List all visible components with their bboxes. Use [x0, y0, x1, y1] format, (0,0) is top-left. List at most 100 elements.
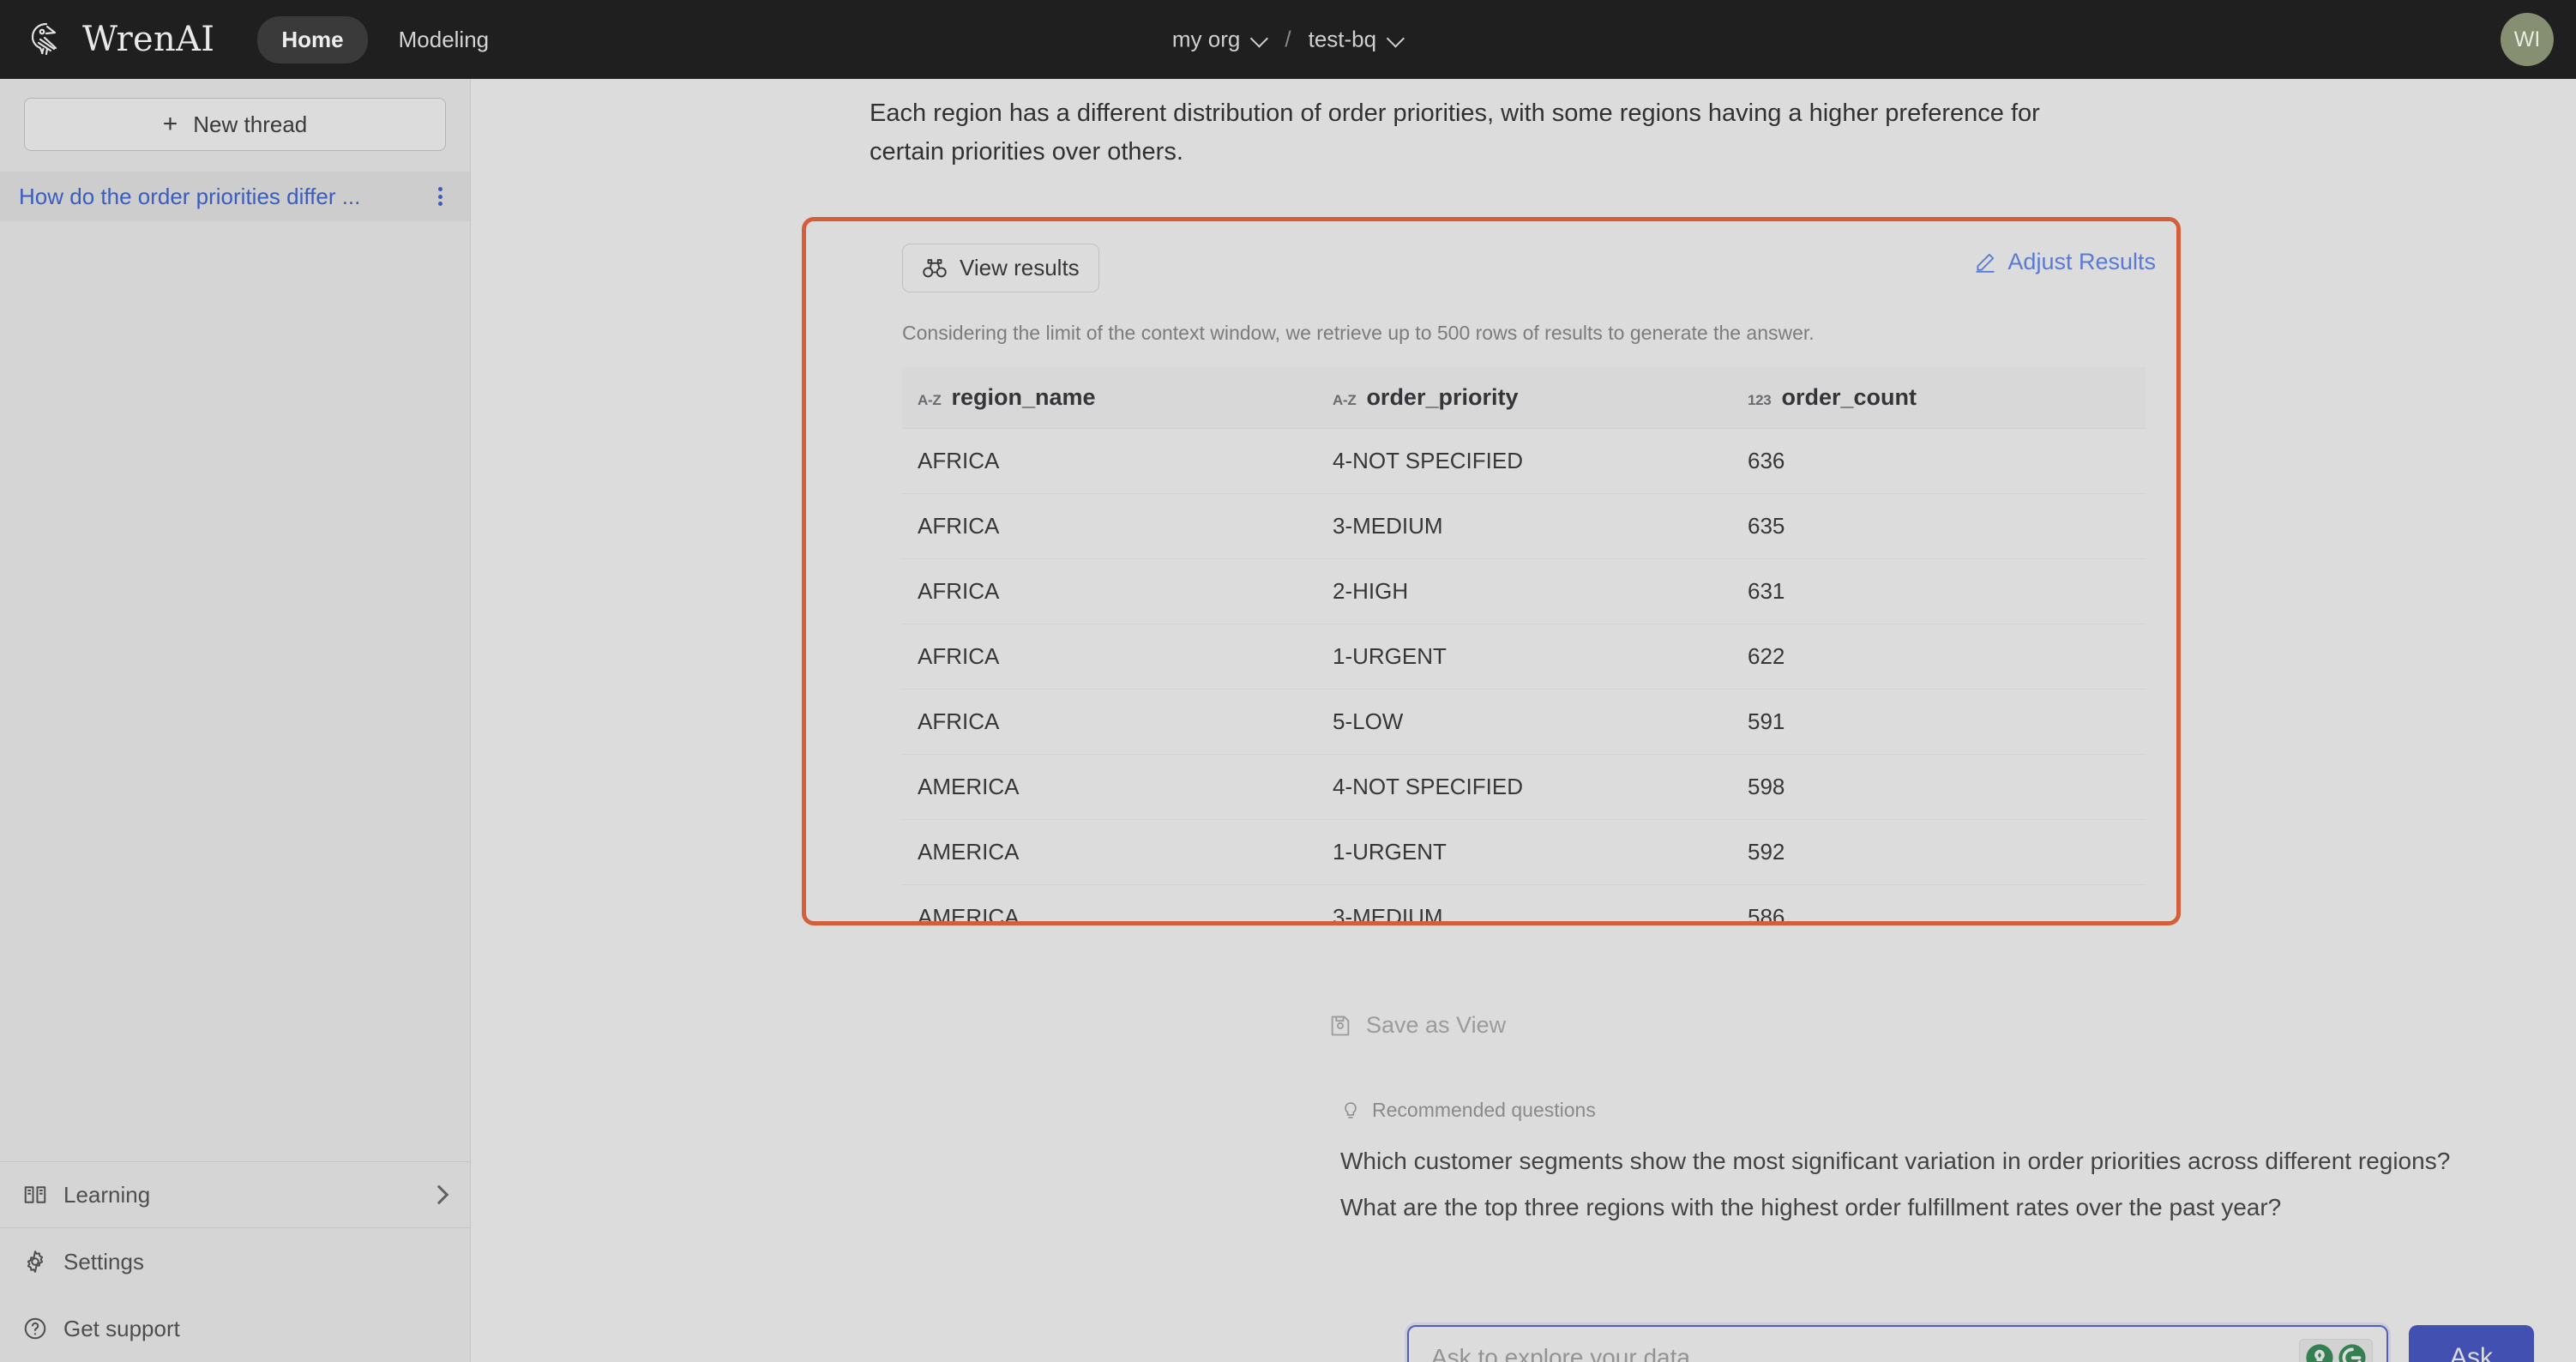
row-limit-note: Considering the limit of the context win…	[902, 322, 1815, 344]
save-disk-icon	[1331, 1015, 1350, 1035]
table-cell: 622	[1748, 643, 1785, 669]
brand-name: WrenAI	[82, 20, 215, 59]
wren-bird-logo-icon	[31, 22, 57, 56]
column-header-order-count[interactable]: 123 order_count	[1732, 384, 2146, 411]
sidebar-item-get-support[interactable]: Get support	[0, 1295, 470, 1362]
brand[interactable]: WrenAI	[0, 17, 214, 62]
nav-item-modeling[interactable]: Modeling	[375, 16, 514, 63]
recommended-questions-heading: Recommended questions	[1340, 1099, 2576, 1122]
column-header-order-priority[interactable]: A-Z order_priority	[1317, 384, 1732, 411]
breadcrumb-separator: /	[1285, 26, 1291, 52]
recommended-question-item[interactable]: What are the top three regions with the …	[1340, 1194, 2576, 1221]
sidebar-item-learning[interactable]: Learning	[0, 1161, 470, 1228]
table-cell: AMERICA	[918, 839, 1020, 865]
table-cell: AFRICA	[918, 708, 1000, 734]
table-cell: 3-MEDIUM	[1333, 904, 1443, 925]
table-cell: 591	[1748, 708, 1785, 734]
results-toolbar: View results Adjust Results	[902, 244, 2156, 292]
table-cell: 1-URGENT	[1333, 643, 1447, 669]
table-cell: AFRICA	[918, 448, 1000, 473]
table-cell: 636	[1748, 448, 1785, 473]
ask-button[interactable]: Ask	[2409, 1325, 2534, 1362]
table-row: AFRICA 5-LOW 591	[902, 690, 2146, 755]
gear-icon	[27, 1251, 44, 1273]
chevron-down-icon	[1388, 32, 1404, 47]
table-cell: 1-URGENT	[1333, 839, 1447, 865]
thread-title: How do the order priorities differ ...	[19, 183, 361, 209]
project-name: test-bq	[1308, 26, 1377, 52]
sidebar-item-label: Get support	[63, 1315, 180, 1341]
view-results-button[interactable]: View results	[902, 244, 1099, 292]
sidebar: + New thread How do the order priorities…	[0, 79, 471, 1362]
sidebar-item-label: Settings	[63, 1248, 144, 1275]
table-cell: 631	[1748, 578, 1785, 604]
results-table: A-Z region_name A-Z order_priority 123 o…	[902, 367, 2146, 925]
table-cell: AMERICA	[918, 904, 1020, 925]
results-panel: View results Adjust Results Considering …	[873, 221, 2176, 921]
nav-item-home[interactable]: Home	[257, 15, 368, 63]
lightbulb-icon	[1345, 1101, 1357, 1118]
thread-list: How do the order priorities differ ...	[0, 172, 470, 221]
save-as-view-button[interactable]: Save as View	[1328, 1012, 1506, 1039]
adjust-results-button[interactable]: Adjust Results	[1974, 244, 2156, 275]
recommended-question-item[interactable]: Which customer segments show the most si…	[1340, 1148, 2576, 1175]
table-cell: 2-HIGH	[1333, 578, 1409, 604]
table-body: AFRICA 4-NOT SPECIFIED 636 AFRICA 3-MEDIUM 63…	[902, 429, 2146, 925]
results-panel-highlight: View results Adjust Results Considering …	[802, 217, 2181, 925]
sidebar-item-settings[interactable]: Settings	[0, 1228, 470, 1295]
column-header-region-name[interactable]: A-Z region_name	[902, 384, 1317, 411]
org-selector[interactable]: my org	[1172, 27, 1267, 53]
table-cell: 4-NOT SPECIFIED	[1333, 448, 1524, 473]
recommended-questions-label: Recommended questions	[1372, 1099, 1596, 1121]
org-name: my org	[1171, 26, 1241, 52]
sidebar-item-label: Learning	[63, 1181, 151, 1208]
view-results-label: View results	[960, 255, 1080, 280]
table-cell: 592	[1748, 839, 1785, 865]
table-cell: AFRICA	[918, 513, 1000, 539]
browser-extension-icons[interactable]	[2299, 1339, 2373, 1362]
binoculars-icon	[923, 258, 947, 277]
new-thread-label: New thread	[193, 111, 308, 137]
grammarly-g-icon[interactable]	[2338, 1343, 2367, 1362]
table-row: AMERICA 4-NOT SPECIFIED 598	[902, 755, 2146, 820]
table-cell: 5-LOW	[1333, 708, 1404, 734]
table-row: AFRICA 2-HIGH 631	[902, 559, 2146, 624]
main-nav: Home Modeling	[257, 15, 514, 63]
table-cell: 635	[1748, 513, 1785, 539]
text-type-icon: A-Z	[918, 392, 942, 408]
plus-icon: +	[162, 110, 178, 138]
table-cell: AFRICA	[918, 643, 1000, 669]
column-label: order_count	[1781, 384, 1917, 410]
kebab-menu-icon[interactable]	[430, 184, 449, 209]
ask-input-container[interactable]	[1407, 1325, 2388, 1362]
main-content: Each region has a different distribution…	[471, 79, 2576, 1362]
column-label: region_name	[951, 384, 1096, 410]
avatar[interactable]: WI	[2501, 13, 2554, 66]
org-project-breadcrumb: my org / test-bq	[1172, 27, 1404, 53]
project-selector[interactable]: test-bq	[1309, 27, 1405, 53]
sidebar-bottom-section: Learning Settings Get support	[0, 1161, 470, 1362]
text-type-icon: A-Z	[1333, 392, 1357, 408]
ask-input[interactable]	[1431, 1344, 2272, 1362]
save-as-view-label: Save as View	[1366, 1012, 1507, 1038]
thread-list-item[interactable]: How do the order priorities differ ...	[0, 172, 470, 221]
table-cell: AMERICA	[918, 774, 1020, 799]
table-row: AFRICA 4-NOT SPECIFIED 636	[902, 429, 2146, 494]
table-row: AFRICA 1-URGENT 622	[902, 624, 2146, 690]
adjust-results-label: Adjust Results	[2007, 249, 2156, 274]
table-cell: AFRICA	[918, 578, 1000, 604]
table-row: AFRICA 3-MEDIUM 635	[902, 494, 2146, 559]
chevron-down-icon	[1252, 32, 1267, 47]
table-row: AMERICA 1-URGENT 592	[902, 820, 2146, 885]
table-cell: 586	[1748, 904, 1785, 925]
pencil-edit-icon	[1976, 253, 1995, 273]
column-label: order_priority	[1366, 384, 1519, 410]
table-header-row: A-Z region_name A-Z order_priority 123 o…	[902, 367, 2146, 429]
answer-text: Each region has a different distribution…	[870, 99, 2040, 166]
recommended-questions-section: Recommended questions Which customer seg…	[1340, 1070, 2576, 1263]
new-thread-button[interactable]: + New thread	[24, 98, 446, 151]
chevron-right-icon	[429, 1184, 449, 1205]
grammarly-bulb-icon[interactable]	[2305, 1343, 2334, 1362]
table-cell: 598	[1748, 774, 1785, 799]
